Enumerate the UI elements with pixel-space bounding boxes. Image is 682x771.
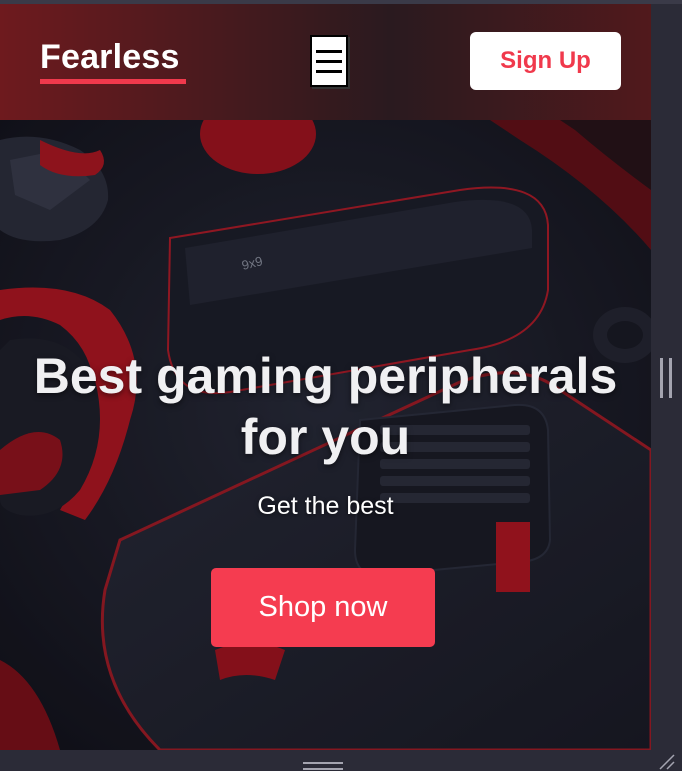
vertical-grip-icon[interactable] xyxy=(660,358,672,398)
horizontal-grip-icon[interactable] xyxy=(303,762,343,770)
grip-line xyxy=(669,358,672,398)
menu-bar xyxy=(316,69,342,73)
menu-bar xyxy=(316,49,342,53)
menu-bar xyxy=(316,59,342,63)
hamburger-menu-icon[interactable] xyxy=(310,35,348,87)
resize-corner-icon[interactable] xyxy=(656,752,676,770)
site-header: Fearless Sign Up xyxy=(0,4,651,120)
hero-subtitle: Get the best xyxy=(257,492,394,520)
hero-section: 9x9 Best gaming peripherals for you Get … xyxy=(0,120,651,750)
grip-line xyxy=(660,358,663,398)
hero-content: Best gaming peripherals for you Get the … xyxy=(0,120,651,750)
hero-title: Best gaming peripherals for you xyxy=(33,348,618,465)
grip-line xyxy=(303,768,343,770)
site-logo[interactable]: Fearless xyxy=(40,38,180,77)
shop-now-button[interactable]: Shop now xyxy=(211,568,435,647)
grip-line xyxy=(303,762,343,764)
page-viewport: Fearless Sign Up 9x9 Best gaming periphe… xyxy=(0,4,651,750)
signup-button[interactable]: Sign Up xyxy=(470,32,621,90)
logo-underline xyxy=(40,79,186,84)
